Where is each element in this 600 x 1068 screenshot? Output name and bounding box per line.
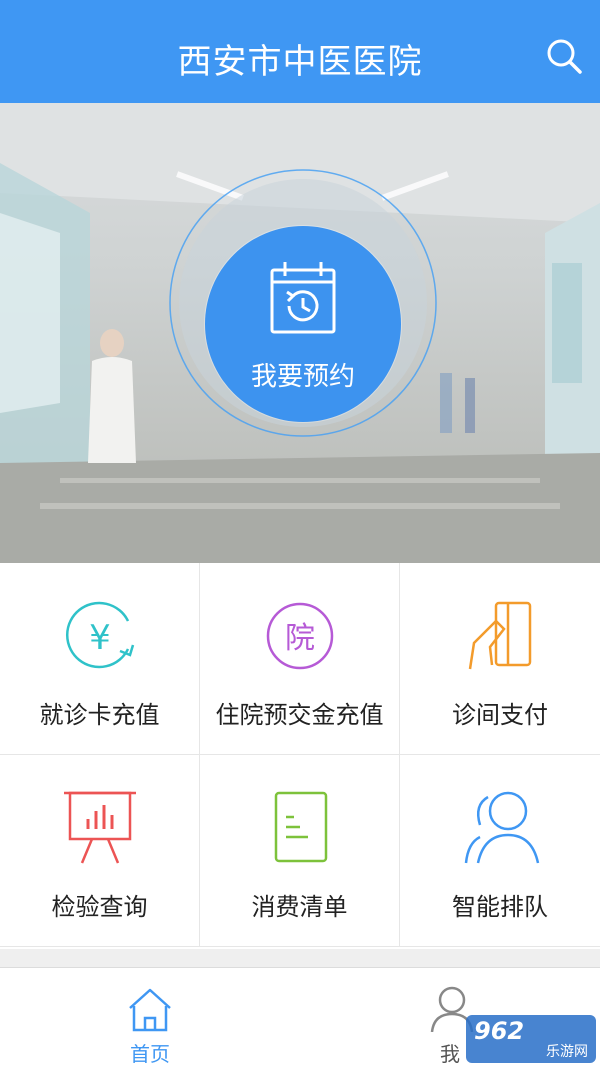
chart-board-icon <box>64 791 136 864</box>
search-icon <box>547 39 582 74</box>
calendar-clock-icon <box>270 262 336 334</box>
services-grid: ¥ 就诊卡充值 院 住院预交金充值 诊间支付 检验查询 消费清单 智能排队 <box>0 563 600 949</box>
search-button[interactable] <box>544 36 584 76</box>
app-header: 西安市中医医院 <box>0 0 600 103</box>
service-label: 消费清单 <box>251 893 348 921</box>
service-card-payment[interactable]: 诊间支付 <box>400 563 600 755</box>
svg-text:院: 院 <box>285 621 315 656</box>
service-label: 智能排队 <box>452 893 548 921</box>
service-label: 检验查询 <box>51 893 148 921</box>
page-title: 西安市中医医院 <box>177 42 423 82</box>
service-card-recharge[interactable]: ¥ 就诊卡充值 <box>0 563 200 755</box>
home-icon <box>129 988 171 1032</box>
hero-banner: 我要预约 <box>0 103 600 563</box>
booking-label: 我要预约 <box>250 362 355 392</box>
service-label: 住院预交金充值 <box>215 701 384 729</box>
tab-home[interactable]: 首页 <box>0 968 300 1068</box>
service-card-lab[interactable]: 检验查询 <box>0 755 200 947</box>
service-card-queue[interactable]: 智能排队 <box>400 755 600 947</box>
tab-home-label: 首页 <box>130 1042 170 1066</box>
card-payment-icon <box>468 601 532 670</box>
watermark-site-name: 乐游网 <box>546 1044 588 1060</box>
people-queue-icon <box>464 791 540 864</box>
service-card-bill[interactable]: 消费清单 <box>200 755 400 947</box>
yuan-recharge-icon: ¥ <box>66 601 135 669</box>
bill-list-icon <box>274 791 328 863</box>
service-label: 诊间支付 <box>452 701 548 729</box>
booking-button[interactable]: 我要预约 <box>205 226 401 422</box>
svg-text:¥: ¥ <box>89 618 111 658</box>
hospital-circle-icon: 院 <box>266 602 334 670</box>
service-card-deposit[interactable]: 院 住院预交金充值 <box>200 563 400 755</box>
service-label: 就诊卡充值 <box>39 701 160 729</box>
section-divider <box>0 949 600 967</box>
watermark-logo-text: 962 <box>474 1017 525 1045</box>
site-watermark: 962 乐游网 <box>466 1015 596 1063</box>
